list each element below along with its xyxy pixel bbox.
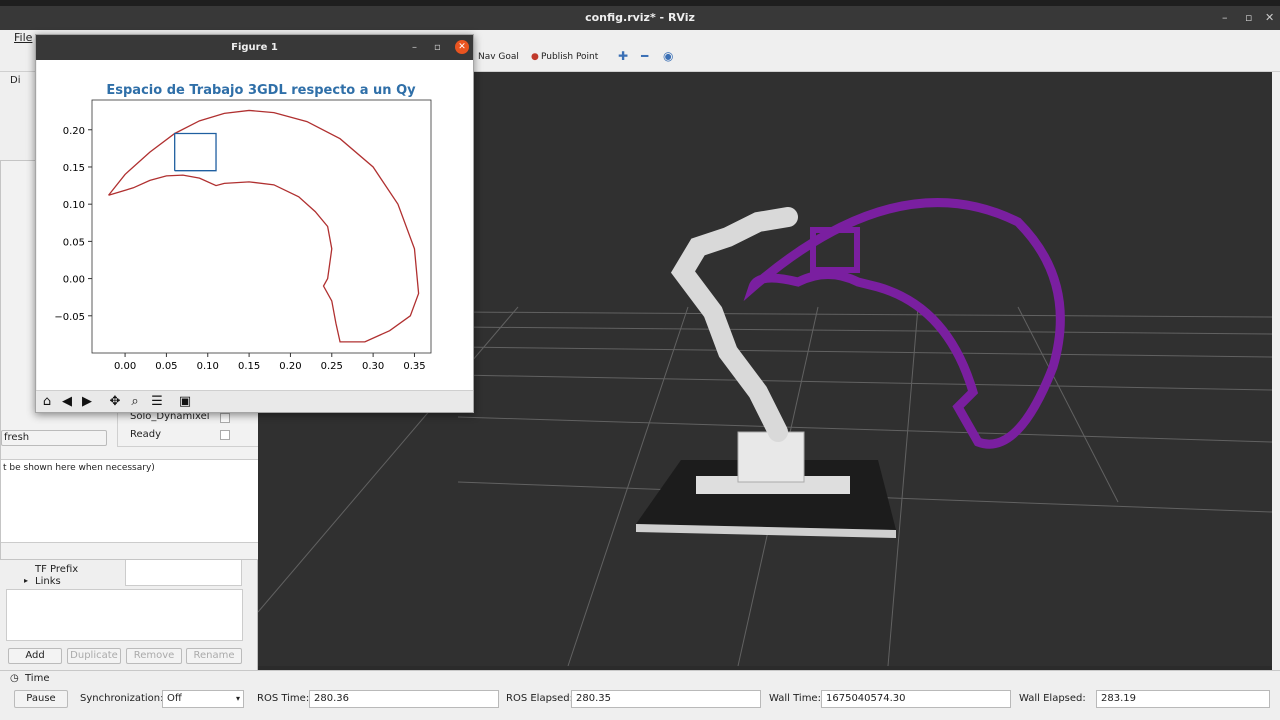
rename-button[interactable]: Rename [186,648,242,664]
ros-time-label: ROS Time: [257,693,310,704]
property-links: Links [35,576,61,587]
home-icon[interactable]: ⌂ [38,394,56,410]
displays-partial-label: Di [10,75,21,86]
configure-subplots-icon[interactable]: ☰ [148,394,166,410]
robot-arm [670,207,798,442]
plot-axes-frame [91,99,432,354]
plot-svg: Espacio de Trabajo 3GDL respecto a un Qy… [54,83,432,372]
y-ticks: 0.20 0.15 0.10 0.05 0.00 −0.05 [54,126,92,323]
menu-file[interactable]: File [14,31,32,44]
figure-window-title: Figure 1 [231,42,278,53]
zoom-out-icon[interactable]: ━ [641,49,648,63]
chevron-down-icon: ▾ [235,694,240,703]
nav-goal-button[interactable]: Nav Goal [478,52,519,62]
publish-point-button[interactable]: Publish Point [541,52,598,62]
maximize-icon[interactable]: ▫ [1245,6,1252,30]
wall-time-label: Wall Time: [769,693,821,704]
ros-time-field[interactable]: 280.36 [309,690,499,708]
x-tick-label: 0.30 [362,361,384,372]
y-tick-label: 0.00 [63,275,85,286]
message-hint: t be shown here when necessary) [3,463,155,473]
wall-time-field[interactable]: 1675040574.30 [821,690,1011,708]
window-title: config.rviz* - RViz [585,11,695,24]
figure-window: Figure 1 – ▫ ✕ Espacio de Trabajo 3GDL r… [35,34,474,413]
x-tick-label: 0.00 [114,361,136,372]
robot-body [737,431,805,483]
plot-canvas: Espacio de Trabajo 3GDL respecto a un Qy… [37,60,473,390]
figure-maximize-icon[interactable]: ▫ [434,35,441,60]
description-box [6,589,243,641]
y-tick-label: −0.05 [54,312,85,323]
save-figure-icon[interactable]: ▣ [176,394,194,410]
property-tf-prefix: TF Prefix [35,564,79,575]
x-tick-label: 0.35 [403,361,425,372]
x-tick-label: 0.05 [155,361,177,372]
back-icon[interactable]: ◀ [58,394,76,410]
y-tick-label: 0.05 [63,237,85,248]
x-tick-label: 0.20 [279,361,301,372]
y-tick-label: 0.10 [63,200,85,211]
remove-button[interactable]: Remove [126,648,182,664]
x-tick-label: 0.15 [238,361,260,372]
x-ticks: 0.00 0.05 0.10 0.15 0.20 0.25 0.30 0.35 [114,353,426,372]
figure-close-icon[interactable]: ✕ [455,40,469,54]
refresh-button[interactable]: fresh [1,430,107,446]
right-edge-panel [1272,72,1280,670]
time-panel-title: Time [25,673,50,684]
figure-minimize-icon[interactable]: – [412,35,417,60]
close-icon[interactable]: ✕ [1265,6,1274,30]
publish-point-icon: ● [531,52,539,62]
duplicate-button[interactable]: Duplicate [67,648,121,664]
option-ready: Ready [130,429,162,440]
forward-icon[interactable]: ▶ [78,394,96,410]
pan-icon[interactable]: ✥ [106,394,124,410]
zoom-in-icon[interactable]: ✚ [618,49,628,63]
wall-elapsed-label: Wall Elapsed: [1019,693,1086,704]
figure-title-bar: Figure 1 – ▫ ✕ [36,35,473,60]
figure-toolbar: ⌂ ◀ ▶ ✥ ⌕ ☰ ▣ [36,390,473,412]
x-tick-label: 0.10 [197,361,219,372]
y-tick-label: 0.15 [63,163,85,174]
x-tick-label: 0.25 [321,361,343,372]
plot-series-group [108,109,420,343]
zoom-icon[interactable]: ⌕ [126,394,144,410]
sync-select-value: Off [167,693,182,704]
add-button[interactable]: Add [8,648,62,664]
ros-elapsed-label: ROS Elapsed: [506,693,573,704]
solo-dynamixel-checkbox[interactable] [220,413,230,423]
pause-button[interactable]: Pause [14,690,68,708]
sync-select[interactable]: Off ▾ [162,690,244,708]
workspace-curve [108,109,420,343]
sync-label: Synchronization: [80,693,164,704]
target-square [174,132,217,172]
y-tick-label: 0.20 [63,126,85,137]
window-title-bar: config.rviz* - RViz – ▫ ✕ [0,6,1280,30]
wall-elapsed-field[interactable]: 283.19 [1096,690,1270,708]
workspace-trajectory [743,198,1065,449]
expand-links-icon[interactable]: ▸ [24,576,28,585]
ready-checkbox[interactable] [220,430,230,440]
time-panel-icon: ◷ [10,673,19,684]
view-eye-icon[interactable]: ◉ [663,49,673,63]
plot-title: Espacio de Trabajo 3GDL respecto a un Qy [106,83,416,98]
minimize-icon[interactable]: – [1222,6,1228,30]
ros-elapsed-field[interactable]: 280.35 [571,690,761,708]
